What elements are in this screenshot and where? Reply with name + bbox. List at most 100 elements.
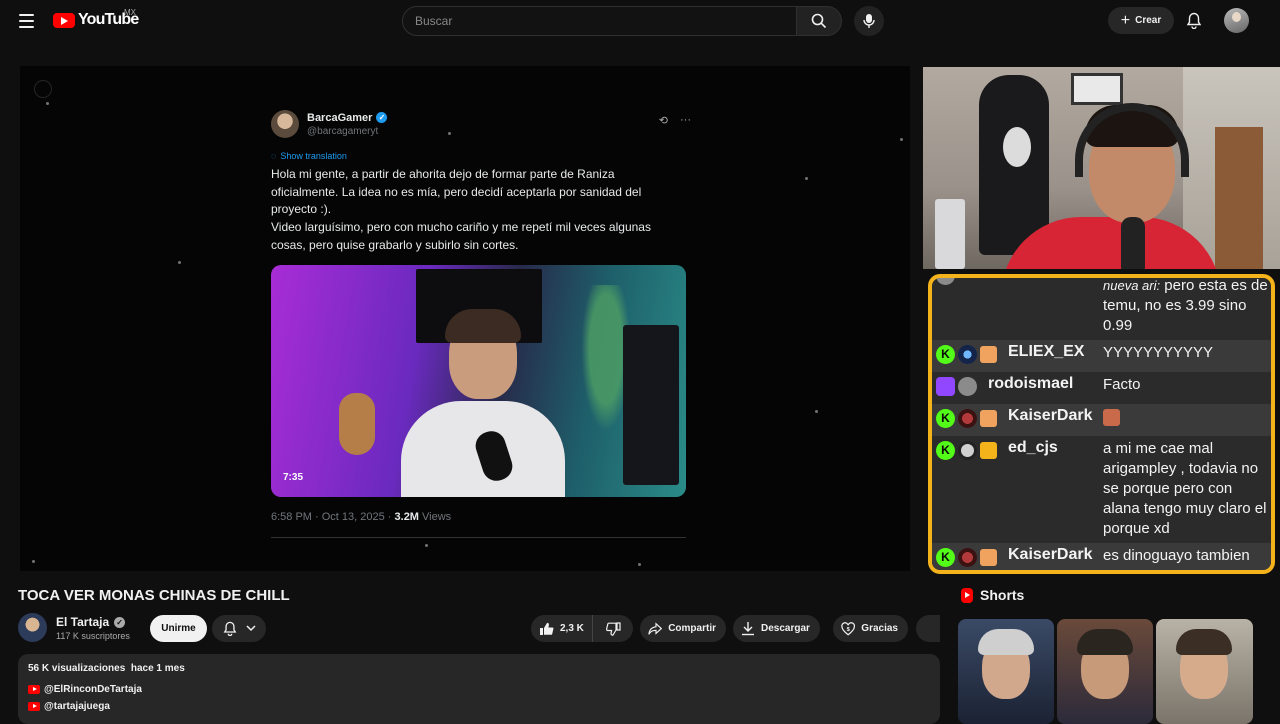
dislike-button[interactable] bbox=[593, 615, 633, 642]
kick-icon: K bbox=[936, 345, 955, 364]
shorts-icon bbox=[961, 587, 973, 603]
chat-username: KaiserDark bbox=[1008, 407, 1093, 424]
tweet-media-thumbnail: 7:35 bbox=[271, 265, 686, 497]
description-stats: 56 K visualizaciones hace 1 mes bbox=[28, 663, 185, 674]
tweet-divider bbox=[271, 537, 686, 538]
user-avatar bbox=[958, 441, 977, 460]
chat-message-text: a mi me cae mal arigampley , todavia no … bbox=[1103, 440, 1267, 537]
super-thanks-icon: $ bbox=[841, 621, 855, 636]
search-box bbox=[402, 6, 797, 36]
chat-message: rodoismael Facto bbox=[932, 372, 1271, 404]
grok-icon: ⟲ bbox=[658, 115, 668, 127]
chevron-down-icon bbox=[245, 625, 256, 632]
stream-chat-overlay: nueva ari: pero esta es de temu, no es 3… bbox=[928, 274, 1275, 574]
view-count: 56 K visualizaciones bbox=[28, 663, 126, 674]
translate-icon: ◌ bbox=[271, 151, 277, 161]
top-bar: YouTube MX + Crear bbox=[0, 0, 1280, 42]
youtube-play-icon bbox=[53, 12, 75, 28]
thumbs-down-icon bbox=[605, 621, 621, 636]
bell-icon bbox=[1186, 12, 1202, 29]
like-button[interactable]: 2,3 K bbox=[531, 615, 593, 642]
chat-message: nueva ari: pero esta es de temu, no es 3… bbox=[932, 278, 1271, 340]
tweet-timestamp: 6:58 PM · Oct 13, 2025 · bbox=[271, 511, 395, 523]
twitch-icon bbox=[936, 377, 955, 396]
tweet-views-count: 3.2M bbox=[394, 511, 419, 523]
crown-badge-icon bbox=[980, 442, 997, 459]
country-code: MX bbox=[124, 8, 136, 17]
channel-name-link[interactable]: El Tartaja ✓ bbox=[56, 615, 126, 629]
menu-icon[interactable] bbox=[12, 8, 40, 34]
search-button[interactable] bbox=[796, 6, 842, 36]
download-button[interactable]: Descargar bbox=[733, 615, 820, 642]
tweet-text: Hola mi gente, a partir de ahorita dejo … bbox=[271, 167, 651, 252]
tweet-actions: ⟲ ··· bbox=[659, 114, 691, 127]
share-button[interactable]: Compartir bbox=[640, 615, 726, 642]
shorts-title: Shorts bbox=[980, 587, 1025, 603]
channel-link-label: @ElRinconDeTartaja bbox=[44, 684, 142, 695]
tweet-meta: 6:58 PM · Oct 13, 2025 · 3.2M Views bbox=[271, 511, 451, 523]
chat-message: K ELIEX_EX YYYYYYYYYYY bbox=[932, 340, 1271, 372]
chat-message-text: YYYYYYYYYYY bbox=[1103, 344, 1214, 361]
verified-check-icon: ✓ bbox=[114, 616, 126, 628]
search-input[interactable] bbox=[403, 7, 796, 35]
chat-message-text: es dinoguayo tambien bbox=[1103, 547, 1250, 564]
subscriber-badge-icon bbox=[980, 410, 997, 427]
short-thumbnail[interactable] bbox=[1156, 619, 1253, 724]
channel-link-label: @tartajajuega bbox=[44, 701, 110, 712]
thanks-label: Gracias bbox=[861, 623, 898, 634]
thumbs-up-icon bbox=[540, 622, 554, 635]
youtube-icon bbox=[28, 702, 40, 711]
channel-link[interactable]: @ElRinconDeTartaja bbox=[28, 684, 142, 695]
join-button[interactable]: Unirme bbox=[150, 615, 207, 642]
account-avatar[interactable] bbox=[1224, 8, 1249, 33]
chat-message-prefix: nueva ari: bbox=[1103, 278, 1161, 293]
upload-age: hace 1 mes bbox=[130, 663, 185, 674]
chat-message: K KaiserDark bbox=[932, 404, 1271, 436]
kick-icon: K bbox=[936, 409, 955, 428]
tweet-author-avatar bbox=[271, 110, 299, 138]
chat-username: ed_cjs bbox=[1008, 439, 1058, 456]
search-icon bbox=[811, 13, 827, 29]
short-thumbnail[interactable] bbox=[1057, 619, 1153, 724]
video-title: TOCA VER MONAS CHINAS DE CHILL bbox=[18, 587, 290, 604]
description-box[interactable]: 56 K visualizaciones hace 1 mes @ElRinco… bbox=[18, 654, 940, 724]
notifications-button[interactable] bbox=[1183, 9, 1205, 31]
video-player[interactable]: BarcaGamer ✓ @barcagameryt ⟲ ··· ◌ Show … bbox=[20, 66, 910, 571]
tweet-card: BarcaGamer ✓ @barcagameryt ⟲ ··· ◌ Show … bbox=[271, 110, 691, 255]
user-avatar bbox=[958, 377, 977, 396]
youtube-icon bbox=[28, 685, 40, 694]
more-actions-button[interactable] bbox=[916, 615, 940, 642]
thanks-button[interactable]: $ Gracias bbox=[833, 615, 908, 642]
plus-icon: + bbox=[1120, 11, 1131, 29]
tweet-header: BarcaGamer ✓ @barcagameryt ⟲ ··· bbox=[271, 110, 691, 138]
tweet-author-name: BarcaGamer bbox=[307, 111, 373, 124]
create-label: Crear bbox=[1135, 15, 1162, 26]
youtube-logo[interactable]: YouTube MX bbox=[53, 8, 139, 29]
create-button[interactable]: + Crear bbox=[1108, 7, 1174, 34]
subscriber-badge-icon bbox=[980, 346, 997, 363]
user-avatar bbox=[958, 548, 977, 567]
download-icon bbox=[742, 622, 754, 636]
channel-avatar[interactable] bbox=[18, 613, 47, 642]
chat-username: KaiserDark bbox=[1008, 546, 1093, 563]
chat-message: K KaiserDark es dinoguayo tambien bbox=[932, 543, 1271, 570]
media-duration: 7:35 bbox=[283, 472, 304, 483]
chat-username: rodoismael bbox=[988, 375, 1074, 392]
channel-link[interactable]: @tartajajuega bbox=[28, 701, 110, 712]
voice-search-button[interactable] bbox=[854, 6, 884, 36]
like-count: 2,3 K bbox=[560, 623, 584, 634]
subscription-notifications-button[interactable] bbox=[212, 615, 266, 642]
more-icon: ··· bbox=[680, 114, 691, 126]
streamer-webcam bbox=[923, 67, 1280, 269]
chat-username: ELIEX_EX bbox=[1008, 343, 1085, 360]
subscriber-badge-icon bbox=[980, 549, 997, 566]
shorts-header: Shorts bbox=[961, 587, 1024, 603]
short-thumbnail[interactable] bbox=[958, 619, 1054, 724]
tweet-author-handle: @barcagameryt bbox=[307, 125, 379, 137]
microphone-icon bbox=[863, 14, 875, 28]
kick-icon: K bbox=[936, 548, 955, 567]
download-label: Descargar bbox=[761, 623, 810, 634]
share-label: Compartir bbox=[668, 623, 716, 634]
chat-message-text: Facto bbox=[1103, 376, 1141, 393]
verified-icon: ✓ bbox=[376, 112, 388, 123]
